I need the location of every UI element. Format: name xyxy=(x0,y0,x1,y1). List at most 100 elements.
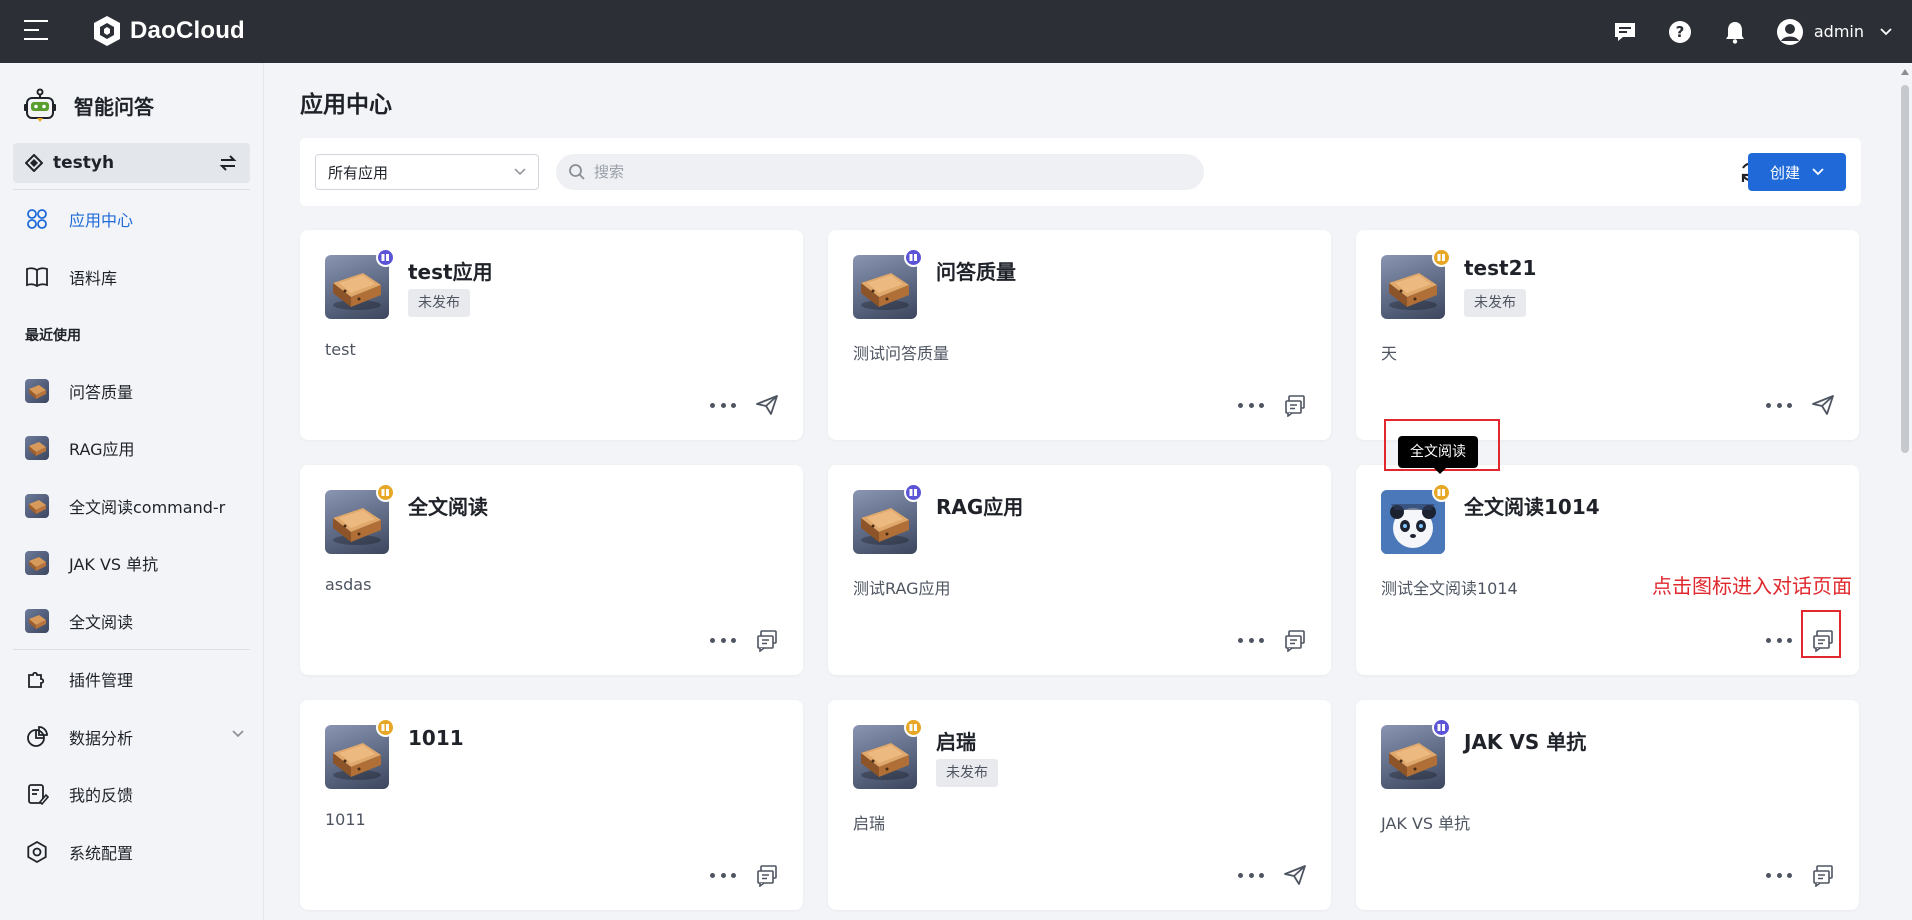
book-icon xyxy=(25,265,49,289)
scroll-thumb[interactable] xyxy=(1901,85,1909,453)
scrollbar[interactable] xyxy=(1898,63,1912,920)
chevron-down-icon xyxy=(1880,27,1892,35)
workspace-switcher[interactable]: testyh xyxy=(13,143,250,183)
app-card-description: JAK VS 单抗 xyxy=(1381,814,1471,833)
app-card[interactable]: test应用 未发布 test xyxy=(300,230,803,440)
pie-chart-icon xyxy=(25,725,49,749)
recent-item[interactable]: 全文阅读 xyxy=(0,601,264,641)
grid-icon xyxy=(25,207,49,231)
more-options-icon[interactable] xyxy=(1238,395,1264,415)
app-type-badge-icon xyxy=(376,718,395,737)
app-type-badge-icon xyxy=(376,248,395,267)
app-card[interactable]: RAG应用测试RAG应用 xyxy=(828,465,1331,675)
status-badge: 未发布 xyxy=(408,289,470,317)
chevron-down-icon xyxy=(232,730,244,738)
app-card[interactable]: 1011 1011 xyxy=(300,700,803,910)
app-thumbnail xyxy=(25,551,49,575)
menu-icon[interactable] xyxy=(24,20,48,42)
message-icon[interactable] xyxy=(1611,18,1639,46)
app-card-title: 1011 xyxy=(408,726,464,750)
chevron-down-icon xyxy=(1812,168,1824,176)
more-options-icon[interactable] xyxy=(710,630,736,650)
user-name: admin xyxy=(1813,22,1864,41)
recent-item[interactable]: JAK VS 单抗 xyxy=(0,543,264,583)
app-card-description: 测试全文阅读1014 xyxy=(1381,579,1518,598)
more-options-icon[interactable] xyxy=(1766,395,1792,415)
swap-icon xyxy=(219,155,237,171)
recent-item-label: 问答质量 xyxy=(69,383,134,402)
sidebar-item-corpus[interactable]: 语料库 xyxy=(0,257,264,297)
app-card-title: 全文阅读1014 xyxy=(1464,495,1600,519)
sidebar-item-label: 我的反馈 xyxy=(69,786,134,805)
more-options-icon[interactable] xyxy=(1238,865,1264,885)
puzzle-icon xyxy=(25,667,49,691)
app-card[interactable]: test21 未发布天 xyxy=(1356,230,1859,440)
sidebar: 智能问答 testyh 应用中心 语料库 最近使用 问答质量 RAG应用 全文阅… xyxy=(0,63,264,920)
app-card-title: 全文阅读 xyxy=(408,495,488,519)
main-content: 应用中心 所有应用 创建 test应用未发布test问答质量测试问答质量test… xyxy=(264,63,1912,920)
recent-item[interactable]: 问答质量 xyxy=(0,371,264,411)
app-type-badge-icon xyxy=(1432,718,1451,737)
robot-icon xyxy=(24,88,56,122)
app-type-badge-icon xyxy=(376,483,395,502)
toolbar: 所有应用 创建 xyxy=(300,138,1861,206)
scroll-up-arrow-icon[interactable] xyxy=(1901,69,1909,75)
app-card[interactable]: 启瑞 未发布 启瑞 xyxy=(828,700,1331,910)
app-card-title: test21 xyxy=(1464,256,1537,280)
more-options-icon[interactable] xyxy=(710,395,736,415)
feedback-icon xyxy=(25,782,49,806)
more-options-icon[interactable] xyxy=(710,865,736,885)
recent-item[interactable]: RAG应用 xyxy=(0,428,264,468)
sidebar-item-label: 语料库 xyxy=(69,269,118,288)
sidebar-item-settings[interactable]: 系统配置 xyxy=(0,832,264,872)
sidebar-title: 智能问答 xyxy=(74,94,154,119)
chat-icon[interactable] xyxy=(1811,863,1835,888)
more-options-icon[interactable] xyxy=(1766,865,1792,885)
help-icon[interactable]: ? xyxy=(1666,18,1694,46)
app-card-title: JAK VS 单抗 xyxy=(1464,730,1587,754)
avatar xyxy=(1776,18,1803,45)
workspace-name: testyh xyxy=(53,153,115,173)
app-card-title: 启瑞 xyxy=(936,730,976,754)
svg-text:?: ? xyxy=(1676,23,1685,41)
search-icon xyxy=(569,164,585,180)
more-options-icon[interactable] xyxy=(1238,630,1264,650)
status-badge: 未发布 xyxy=(936,759,998,787)
app-thumbnail xyxy=(25,379,49,403)
recent-section-title: 最近使用 xyxy=(25,328,81,344)
annotation-note: 点击图标进入对话页面 xyxy=(1652,574,1852,598)
app-thumbnail xyxy=(25,436,49,460)
app-card[interactable]: 全文阅读 asdas xyxy=(300,465,803,675)
app-card-description: 测试RAG应用 xyxy=(853,579,951,598)
status-badge: 未发布 xyxy=(1464,289,1526,317)
app-card-description: 测试问答质量 xyxy=(853,344,950,363)
send-icon[interactable] xyxy=(1811,393,1835,417)
search-input[interactable] xyxy=(594,163,1174,181)
app-thumbnail xyxy=(25,609,49,633)
bell-icon[interactable] xyxy=(1721,18,1749,46)
chat-icon[interactable] xyxy=(1283,628,1307,653)
sidebar-item-app-center[interactable]: 应用中心 xyxy=(0,199,264,239)
app-card[interactable]: JAK VS 单抗 JAK VS 单抗 xyxy=(1356,700,1859,910)
sidebar-item-analytics[interactable]: 数据分析 xyxy=(0,717,264,757)
app-card-title: test应用 xyxy=(408,260,493,284)
app-card[interactable]: 问答质量 测试问答质量 xyxy=(828,230,1331,440)
send-icon[interactable] xyxy=(1283,863,1307,887)
tooltip: 全文阅读 xyxy=(1398,436,1478,474)
recent-item[interactable]: 全文阅读command-r xyxy=(0,486,264,526)
app-filter-select[interactable]: 所有应用 xyxy=(315,154,539,190)
sidebar-item-feedback[interactable]: 我的反馈 xyxy=(0,774,264,814)
more-options-icon[interactable] xyxy=(1766,630,1792,650)
recent-item-label: 全文阅读command-r xyxy=(69,498,226,517)
brand-logo[interactable]: DaoCloud xyxy=(90,14,245,48)
chat-icon[interactable] xyxy=(1283,393,1307,418)
sidebar-item-plugins[interactable]: 插件管理 xyxy=(0,659,264,699)
user-menu[interactable]: admin xyxy=(1776,18,1892,46)
chat-icon[interactable] xyxy=(755,628,779,653)
chat-icon[interactable] xyxy=(755,863,779,888)
create-button-label: 创建 xyxy=(1769,163,1800,182)
create-button[interactable]: 创建 xyxy=(1748,153,1846,191)
page-title: 应用中心 xyxy=(300,92,392,118)
send-icon[interactable] xyxy=(755,393,779,417)
app-card-title: RAG应用 xyxy=(936,495,1024,519)
